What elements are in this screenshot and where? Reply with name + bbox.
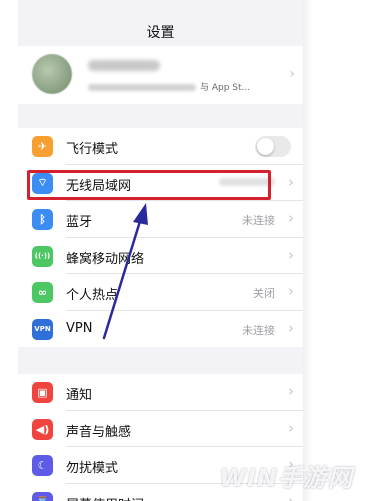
watermark-logo: WIN手游网 [219,464,353,492]
annotation-arrow [102,203,148,340]
